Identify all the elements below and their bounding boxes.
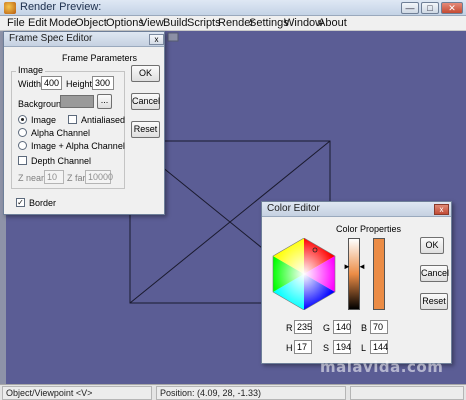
l-label: L	[361, 343, 367, 353]
frame-cancel-button[interactable]: Cancel	[131, 93, 160, 110]
minimize-icon[interactable]: —	[401, 2, 419, 14]
height-label: Height:	[66, 79, 95, 89]
menu-settings[interactable]: Settings	[249, 17, 289, 29]
viewport-handle-icon	[167, 32, 179, 42]
selected-color-swatch	[373, 238, 385, 310]
depth-channel-checkbox[interactable]	[18, 156, 27, 165]
frame-spec-title-bar: Frame Spec Editor x	[4, 32, 164, 47]
radio-image-alpha-label: Image + Alpha Channel	[31, 141, 125, 151]
menu-scripts[interactable]: Scripts	[187, 17, 221, 29]
radio-image-label: Image	[31, 115, 57, 125]
s-field[interactable]: 194	[333, 340, 351, 354]
h-label: H	[286, 343, 293, 353]
b-label: B	[361, 323, 368, 333]
radio-image[interactable]	[18, 115, 27, 124]
watermark: malavida.com	[320, 358, 444, 376]
color-editor-close-icon[interactable]: x	[434, 204, 449, 215]
frame-ok-button[interactable]: OK	[131, 65, 160, 82]
color-properties-heading: Color Properties	[336, 224, 402, 234]
title-bar: Render Preview: — □ ✕	[0, 0, 466, 16]
maximize-icon[interactable]: □	[421, 2, 439, 14]
status-position: Position: (4.09, 28, -1.33)	[156, 386, 346, 400]
r-field[interactable]: 235	[294, 320, 312, 334]
menu-mode[interactable]: Mode	[49, 17, 77, 29]
color-editor-title: Color Editor	[267, 203, 320, 214]
lightness-slider-handle[interactable]: ► ◄	[343, 262, 366, 272]
lightness-slider[interactable]	[348, 238, 360, 310]
frame-spec-close-icon[interactable]: x	[149, 34, 164, 45]
menu-object[interactable]: Object	[75, 17, 107, 29]
width-field[interactable]: 400	[41, 76, 62, 90]
color-editor-title-bar: Color Editor x	[262, 202, 451, 217]
color-hexagon-picker[interactable]	[272, 238, 336, 310]
status-mode: Object/Viewpoint <V>	[2, 386, 152, 400]
r-label: R	[286, 323, 293, 333]
image-group-label: Image	[16, 65, 46, 75]
color-reset-button[interactable]: Reset	[420, 293, 448, 310]
color-editor: Color Editor x Color Properties ► ◄ R 23…	[261, 201, 452, 364]
frame-spec-editor: Frame Spec Editor x Frame Parameters Ima…	[3, 31, 165, 215]
g-field[interactable]: 140	[333, 320, 351, 334]
background-color-swatch[interactable]	[60, 95, 94, 108]
color-cancel-button[interactable]: Cancel	[420, 265, 449, 282]
border-checkbox[interactable]: ✓	[16, 198, 25, 207]
menu-build[interactable]: Build	[163, 17, 187, 29]
frame-spec-title: Frame Spec Editor	[9, 33, 93, 44]
frame-parameters-heading: Frame Parameters	[62, 53, 138, 63]
menu-view[interactable]: View	[140, 17, 164, 29]
close-icon[interactable]: ✕	[441, 2, 463, 14]
window-title: Render Preview:	[20, 1, 102, 13]
width-label: Width:	[18, 79, 44, 89]
background-browse-button[interactable]: ...	[97, 94, 112, 109]
menu-options[interactable]: Options	[106, 17, 144, 29]
status-empty-segment	[350, 386, 464, 400]
znear-field[interactable]: 10	[44, 170, 64, 184]
radio-alpha-label: Alpha Channel	[31, 128, 91, 138]
menu-file[interactable]: File	[7, 17, 25, 29]
menu-edit[interactable]: Edit	[28, 17, 47, 29]
menu-bar: File Edit Mode Object Options View Build…	[0, 16, 466, 31]
radio-image-alpha[interactable]	[18, 141, 27, 150]
antialiased-label: Antialiased	[81, 115, 126, 125]
g-label: G	[323, 323, 331, 333]
border-label: Border	[29, 198, 57, 208]
s-label: S	[323, 343, 330, 353]
color-ok-button[interactable]: OK	[420, 237, 444, 254]
status-bar: Object/Viewpoint <V> Position: (4.09, 28…	[0, 384, 466, 400]
h-field[interactable]: 17	[294, 340, 312, 354]
zfar-field[interactable]: 10000	[85, 170, 113, 184]
app-icon	[4, 2, 16, 14]
height-field[interactable]: 300	[92, 76, 114, 90]
menu-about[interactable]: About	[318, 17, 347, 29]
l-field[interactable]: 144	[370, 340, 388, 354]
antialiased-checkbox[interactable]	[68, 115, 77, 124]
frame-reset-button[interactable]: Reset	[131, 121, 160, 138]
radio-alpha-channel[interactable]	[18, 128, 27, 137]
b-field[interactable]: 70	[370, 320, 388, 334]
znear-label: Z near:	[18, 173, 47, 183]
depth-channel-label: Depth Channel	[31, 156, 92, 166]
